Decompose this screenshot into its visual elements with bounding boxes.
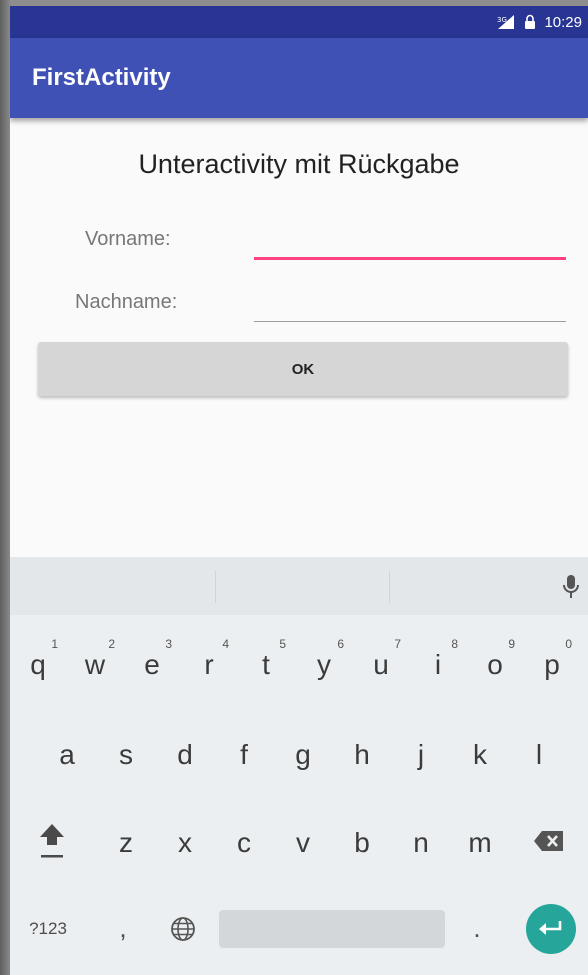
period-key[interactable]: . (462, 903, 492, 953)
space-key[interactable] (219, 910, 445, 948)
microphone-icon[interactable] (562, 574, 580, 605)
lock-icon (524, 14, 536, 30)
status-bar: 3G 10:29 (10, 6, 588, 38)
key-label: p (544, 649, 560, 680)
key-hint: 3 (165, 637, 172, 651)
backspace-icon (534, 831, 563, 851)
key-a[interactable]: a (43, 725, 91, 785)
globe-icon (171, 917, 195, 941)
key-m[interactable]: m (456, 813, 504, 873)
key-v[interactable]: v (279, 813, 327, 873)
nachname-label: Nachname: (75, 291, 178, 313)
key-q[interactable]: 1q (14, 635, 62, 695)
key-g[interactable]: g (279, 725, 327, 785)
key-i[interactable]: 8i (414, 635, 462, 695)
key-s[interactable]: s (102, 725, 150, 785)
key-hint: 1 (51, 637, 58, 651)
key-p[interactable]: 0p (528, 635, 576, 695)
key-label: w (84, 649, 106, 680)
key-n[interactable]: n (397, 813, 445, 873)
enter-icon (539, 921, 562, 935)
key-t[interactable]: 5t (242, 635, 290, 695)
language-key[interactable] (160, 907, 206, 951)
key-b[interactable]: b (338, 813, 386, 873)
key-k[interactable]: k (456, 725, 504, 785)
vorname-label: Vorname: (85, 228, 171, 250)
key-hint: 6 (337, 637, 344, 651)
app-title: FirstActivity (32, 64, 171, 91)
key-hint: 4 (222, 637, 229, 651)
key-d[interactable]: d (161, 725, 209, 785)
suggestion-divider (389, 571, 390, 603)
key-r[interactable]: 4r (185, 635, 233, 695)
enter-key[interactable] (526, 904, 576, 954)
comma-key[interactable]: , (106, 903, 140, 953)
key-hint: 9 (508, 637, 515, 651)
status-icons: 3G 10:29 (496, 6, 582, 38)
key-y[interactable]: 6y (300, 635, 348, 695)
key-w[interactable]: 2w (71, 635, 119, 695)
key-label: y (317, 649, 331, 680)
nachname-field-container (254, 291, 570, 323)
status-time: 10:29 (544, 13, 582, 31)
key-label: o (487, 649, 503, 680)
phone-screen: 3G 10:29 FirstActivity Unteractivity mit… (10, 6, 588, 975)
key-hint: 5 (279, 637, 286, 651)
key-label: t (262, 649, 270, 680)
key-label: i (434, 649, 442, 680)
key-z[interactable]: z (102, 813, 150, 873)
key-j[interactable]: j (397, 725, 445, 785)
key-u[interactable]: 7u (357, 635, 405, 695)
key-e[interactable]: 3e (128, 635, 176, 695)
key-f[interactable]: f (220, 725, 268, 785)
network-type: 3G (497, 16, 507, 24)
key-x[interactable]: x (161, 813, 209, 873)
shift-icon (40, 824, 64, 858)
vorname-field-container (254, 227, 570, 260)
key-hint: 2 (108, 637, 115, 651)
soft-keyboard: 1q2w3e4r5t6y7u8i9o0p asdfghjkl zxcvbnm ?… (10, 557, 588, 975)
device-frame-left (0, 0, 10, 975)
vorname-input[interactable] (254, 227, 570, 259)
key-label: r (204, 649, 214, 680)
backspace-key[interactable] (524, 811, 574, 871)
suggestion-strip (10, 557, 588, 615)
ok-button[interactable]: OK (38, 342, 568, 396)
suggestion-divider (215, 571, 216, 603)
app-bar: FirstActivity (10, 38, 588, 118)
shift-key[interactable] (26, 811, 78, 871)
form-title: Unteractivity mit Rückgabe (138, 149, 460, 179)
key-label: u (373, 649, 389, 680)
key-o[interactable]: 9o (471, 635, 519, 695)
key-l[interactable]: l (515, 725, 563, 785)
symbols-key[interactable]: ?123 (18, 907, 78, 951)
key-label: q (30, 649, 46, 680)
signal-icon: 3G (496, 14, 516, 30)
key-c[interactable]: c (220, 813, 268, 873)
key-h[interactable]: h (338, 725, 386, 785)
nachname-input[interactable] (254, 291, 570, 323)
key-hint: 8 (451, 637, 458, 651)
key-label: e (144, 649, 160, 680)
key-hint: 7 (394, 637, 401, 651)
key-hint: 0 (565, 637, 572, 651)
